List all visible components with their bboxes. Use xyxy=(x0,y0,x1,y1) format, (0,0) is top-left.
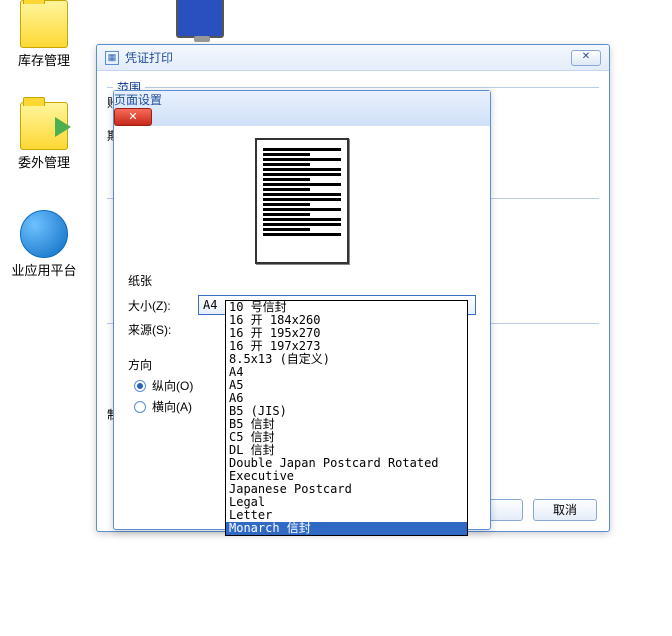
close-button[interactable]: ✕ xyxy=(114,108,152,126)
paper-size-option[interactable]: A4 xyxy=(226,366,467,379)
globe-icon xyxy=(20,210,68,258)
desktop-icon-outsource[interactable]: 委外管理 xyxy=(4,102,84,171)
desktop-icon-label: 库存管理 xyxy=(4,50,84,69)
dialog-title: 页面设置 xyxy=(114,93,162,107)
desktop-icon-label: 业应用平台 xyxy=(4,260,84,279)
folder-icon xyxy=(20,0,68,48)
close-button[interactable]: ✕ xyxy=(571,50,601,66)
desktop-icon-label: 委外管理 xyxy=(4,152,84,171)
folder-icon xyxy=(20,102,68,150)
paper-size-option[interactable]: 8.5x13 (自定义) xyxy=(226,353,467,366)
monitor-icon xyxy=(176,0,224,38)
desktop-icon-inventory[interactable]: 库存管理 xyxy=(4,0,84,69)
size-label: 大小(Z): xyxy=(128,297,198,314)
radio-icon xyxy=(134,380,146,392)
paper-section-header: 纸张 xyxy=(128,272,476,289)
source-label: 来源(S): xyxy=(128,321,198,338)
page-preview xyxy=(255,138,349,264)
radio-label: 纵向(O) xyxy=(152,377,193,394)
window-title: 凭证打印 xyxy=(125,49,173,66)
titlebar[interactable]: 页面设置 ✕ xyxy=(114,91,490,126)
titlebar[interactable]: ▦ 凭证打印 ✕ xyxy=(97,45,609,71)
paper-size-dropdown[interactable]: 10 号信封16 开 184x26016 开 195x27016 开 197x2… xyxy=(225,300,468,536)
desktop-icon-platform[interactable]: 业应用平台 xyxy=(4,210,84,279)
group-range: 范围 xyxy=(107,87,599,88)
app-icon: ▦ xyxy=(105,51,119,65)
paper-size-option[interactable]: Monarch 信封 xyxy=(226,522,467,535)
paper-size-option[interactable]: A5 xyxy=(226,379,467,392)
radio-icon xyxy=(134,401,146,413)
arrow-right-icon xyxy=(55,117,71,137)
radio-label: 横向(A) xyxy=(152,398,192,415)
desktop-icon-monitor[interactable] xyxy=(160,0,240,40)
cancel-button[interactable]: 取消 xyxy=(533,499,597,521)
